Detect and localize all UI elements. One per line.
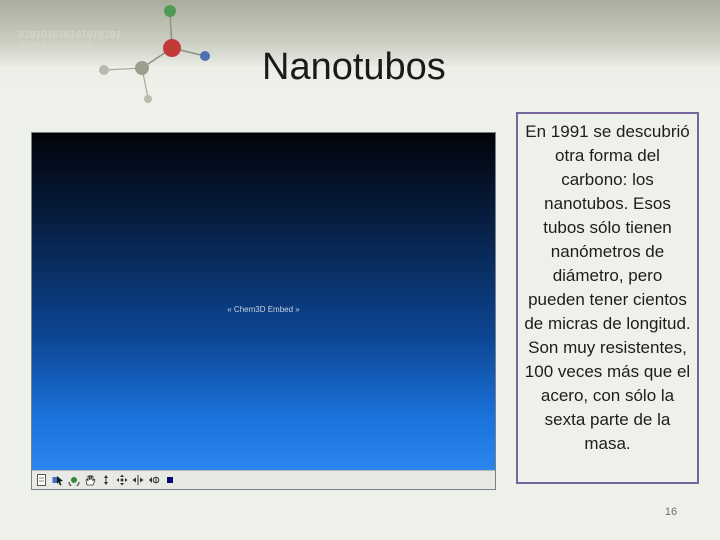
chem3d-embed[interactable]: « Chem3D Embed » [31,132,496,490]
molecule-decoration-icon [99,5,210,103]
slide-title: Nanotubos [262,46,446,88]
select-icon[interactable] [51,474,64,487]
chem3d-embed-label: « Chem3D Embed » [227,305,300,314]
chem3d-toolbar [32,470,495,489]
hand-icon[interactable] [83,474,96,487]
description-box: En 1991 se descubrió otra forma del carb… [516,112,699,484]
stop-icon[interactable] [163,474,176,487]
move-icon[interactable] [115,474,128,487]
chem3d-viewport[interactable]: « Chem3D Embed » [32,133,495,470]
page-icon[interactable] [35,474,48,487]
slide-number: 16 [664,506,678,518]
description-text: En 1991 se descubrió otra forma del carb… [524,122,691,453]
zoom-icon[interactable] [99,474,112,487]
flip-icon[interactable] [147,474,160,487]
rotate-icon[interactable] [67,474,80,487]
translate-icon[interactable] [131,474,144,487]
